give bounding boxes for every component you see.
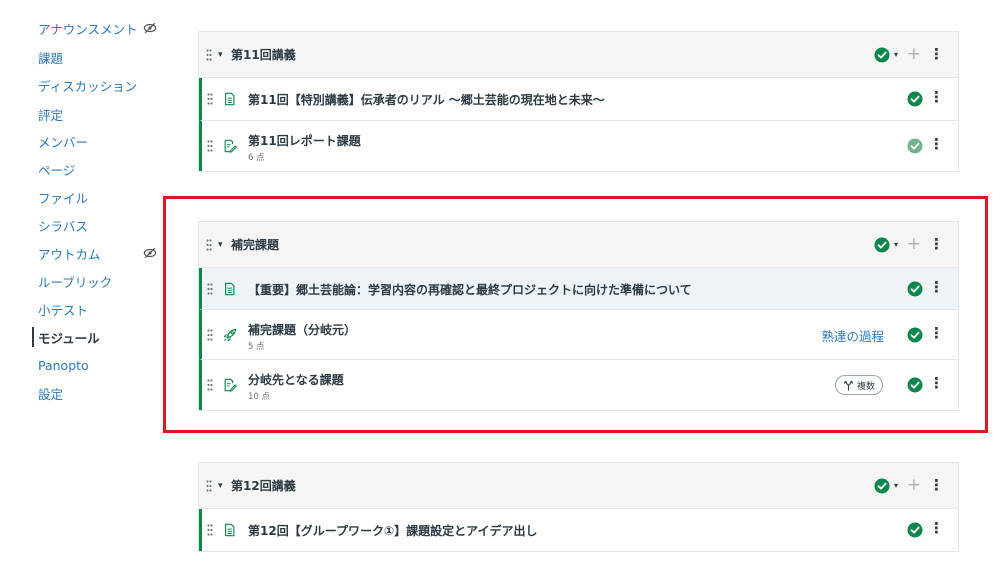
nav-pages[interactable]: ページ: [38, 157, 75, 181]
branch-icon: [843, 380, 854, 391]
collapse-toggle[interactable]: ▾: [218, 240, 223, 250]
publish-menu-caret[interactable]: ▾: [894, 50, 898, 59]
drag-handle-icon[interactable]: [207, 379, 213, 391]
module-item[interactable]: 第12回【グループワーク①】課題設定とアイデア出し ⋮: [199, 509, 958, 551]
module-item[interactable]: 第11回【特別講義】伝承者のリアル ～郷土芸能の現在地と未来～ ⋮: [199, 78, 958, 121]
nav-quizzes[interactable]: 小テスト: [38, 297, 88, 321]
item-title-link[interactable]: 【重要】郷土芸能論：学習内容の再確認と最終プロジェクトに向けた準備について: [248, 281, 692, 298]
item-title-link[interactable]: 第11回レポート課題: [248, 132, 361, 149]
nav-rubrics[interactable]: ルーブリック: [38, 269, 112, 293]
document-icon: [225, 282, 235, 295]
module-supplementary: ▾ 補完課題 ▾ + ⋮ 【重要】郷土芸能論：学習内容の再確認と最終プロジェクト…: [198, 221, 959, 411]
publish-menu-caret[interactable]: ▾: [894, 481, 898, 490]
module-options-button[interactable]: ⋮: [929, 478, 944, 493]
module-title: 補完課題: [231, 238, 280, 252]
module-item[interactable]: 第11回レポート課題 6 点 ⋮: [199, 121, 958, 171]
nav-discussions[interactable]: ディスカッション: [38, 73, 137, 97]
drag-handle-icon[interactable]: [206, 480, 212, 492]
nav-grades[interactable]: 評定: [38, 102, 63, 126]
nav-files[interactable]: ファイル: [38, 185, 88, 209]
drag-handle-icon[interactable]: [206, 239, 212, 251]
module-header[interactable]: ▾ 第11回講義 ▾ + ⋮: [199, 32, 958, 78]
collapse-toggle[interactable]: ▾: [218, 50, 223, 60]
nav-syllabus[interactable]: シラバス: [38, 213, 88, 237]
drag-handle-icon[interactable]: [207, 93, 213, 105]
check-circle-icon[interactable]: [874, 237, 890, 253]
item-options-button[interactable]: ⋮: [929, 325, 944, 341]
add-item-button[interactable]: +: [907, 236, 921, 253]
item-title-link[interactable]: 第11回【特別講義】伝承者のリアル ～郷土芸能の現在地と未来～: [248, 91, 605, 108]
drag-handle-icon[interactable]: [207, 140, 213, 152]
check-circle-icon[interactable]: [907, 326, 923, 343]
multiple-paths-badge[interactable]: 複数: [834, 375, 883, 395]
item-points: 5 点: [248, 342, 265, 352]
add-item-button[interactable]: +: [907, 477, 921, 494]
module-header[interactable]: ▾ 補完課題 ▾ + ⋮: [199, 222, 958, 268]
item-title-link[interactable]: 第12回【グループワーク①】課題設定とアイデア出し: [248, 522, 538, 539]
check-circle-icon[interactable]: [874, 47, 890, 63]
module-options-button[interactable]: ⋮: [929, 47, 944, 62]
item-points: 10 点: [248, 392, 271, 402]
item-points: 6 点: [248, 153, 265, 163]
rocket-icon: [223, 328, 237, 341]
nav-panopto[interactable]: Panopto: [38, 353, 89, 377]
check-circle-icon[interactable]: [907, 522, 923, 538]
item-options-button[interactable]: ⋮: [929, 137, 944, 152]
module-item[interactable]: 【重要】郷土芸能論：学習内容の再確認と最終プロジェクトに向けた準備について ⋮: [199, 268, 958, 310]
nav-assignments[interactable]: 課題: [38, 45, 63, 69]
add-item-button[interactable]: +: [907, 46, 921, 63]
module-item[interactable]: 補完課題（分岐元） 5 点 熟達の過程 ⋮: [199, 310, 958, 360]
check-circle-icon[interactable]: [874, 478, 890, 494]
module-lecture-11: ▾ 第11回講義 ▾ + ⋮ 第11回【特別講義】伝承者のリアル ～郷土芸能の現…: [198, 31, 959, 172]
check-circle-icon[interactable]: [907, 138, 923, 154]
document-icon: [225, 523, 235, 537]
item-title-link[interactable]: 補完課題（分岐元）: [248, 321, 356, 338]
drag-handle-icon[interactable]: [206, 49, 212, 61]
module-header[interactable]: ▾ 第12回講義 ▾ + ⋮: [199, 463, 958, 509]
drag-handle-icon[interactable]: [207, 328, 213, 341]
publish-menu-caret[interactable]: ▾: [894, 240, 898, 249]
item-options-button[interactable]: ⋮: [929, 376, 944, 391]
module-title: 第12回講義: [231, 479, 296, 493]
module-item[interactable]: 分岐先となる課題 10 点 複数 ⋮: [199, 360, 958, 410]
nav-settings[interactable]: 設定: [38, 381, 63, 405]
item-title-link[interactable]: 分岐先となる課題: [248, 371, 344, 388]
collapse-toggle[interactable]: ▾: [218, 481, 223, 491]
item-options-button[interactable]: ⋮: [929, 521, 944, 536]
module-title: 第11回講義: [231, 48, 296, 62]
nav-people[interactable]: メンバー: [38, 129, 88, 153]
module-options-button[interactable]: ⋮: [929, 237, 944, 252]
assignment-icon: [224, 378, 237, 392]
document-icon: [225, 92, 235, 106]
nav-announcements[interactable]: アナウンスメント: [38, 16, 138, 40]
check-circle-icon[interactable]: [907, 280, 923, 297]
drag-handle-icon[interactable]: [207, 282, 213, 295]
nav-modules[interactable]: モジュール: [32, 325, 100, 349]
mastery-paths-link[interactable]: 熟達の過程: [821, 326, 884, 345]
eye-slash-icon: [143, 22, 157, 34]
check-circle-icon[interactable]: [907, 91, 923, 107]
nav-outcomes[interactable]: アウトカム: [38, 241, 101, 265]
eye-slash-icon: [143, 247, 157, 259]
item-options-button[interactable]: ⋮: [929, 279, 944, 295]
module-lecture-12: ▾ 第12回講義 ▾ + ⋮ 第12回【グループワーク①】課題設定とアイデア出し…: [198, 462, 959, 552]
assignment-icon: [224, 139, 237, 153]
drag-handle-icon[interactable]: [207, 524, 213, 536]
check-circle-icon[interactable]: [907, 377, 923, 393]
item-options-button[interactable]: ⋮: [929, 90, 944, 105]
